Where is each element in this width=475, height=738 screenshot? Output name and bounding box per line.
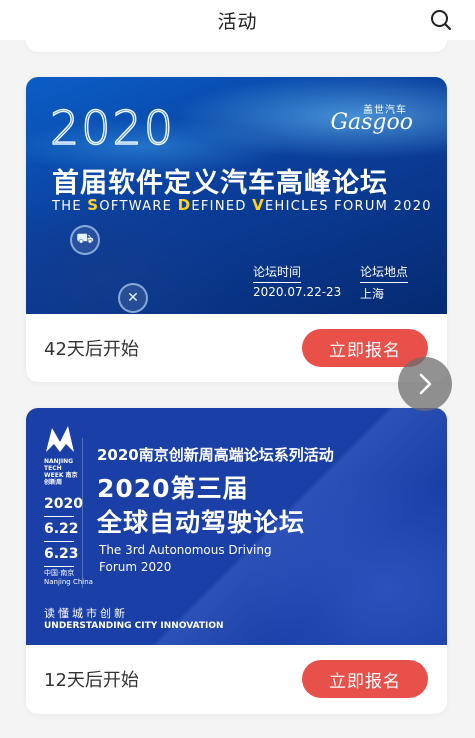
page-title: 活动 [217,10,258,33]
card-footer: 12天后开始 立即报名 [26,645,447,713]
event-card[interactable]: NANJING TECH WEEK 南京创新周 2020 6.22 6.23 中… [26,408,447,714]
forum-place-value: 上海 [360,287,385,301]
divider [82,438,83,588]
organizer-logo: Gasgoo [330,110,413,135]
search-icon [431,10,452,31]
event-date-start: 6.22 [44,521,79,537]
tools-icon: ✕ [118,283,148,313]
tech-week-logo-icon [46,426,74,452]
chevron-right-icon [419,373,432,395]
app-header: 活动 [0,0,475,40]
car-icon: ⛟ [70,225,100,255]
event-banner[interactable]: 2020 盖世汽车 Gasgoo 首届软件定义汽车高峰论坛 THE SOFTWA… [26,77,447,314]
series-title: 2020南京创新周高端论坛系列活动 [97,446,334,464]
card-footer: 42天后开始 立即报名 [26,314,447,382]
tech-week-label: NANJING TECH WEEK 南京创新周 [44,458,78,486]
forum-time-value: 2020.07.22-23 [253,285,342,299]
event-date-block: 2020 6.22 6.23 中国·南京 Nanjing China [44,494,93,587]
forum-time-label: 论坛时间 [253,263,302,283]
register-button[interactable]: 立即报名 [302,660,428,698]
countdown-text: 42天后开始 [44,339,139,360]
next-button[interactable] [398,357,452,411]
event-location: 中国·南京 [44,569,75,577]
event-date-end: 6.23 [44,546,79,562]
banner-title: 首届软件定义汽车高峰论坛 [52,168,388,199]
countdown-text: 12天后开始 [44,670,139,691]
banner-year: 2020 [49,100,176,156]
slogan-en: UNDERSTANDING CITY INNOVATION [44,621,224,631]
event-year: 2020 [44,496,83,512]
previous-card-edge [26,40,447,52]
banner-subtitle: The 3rd Autonomous Driving Forum 2020 [99,543,272,574]
slogan-cn: 读懂城市创新 [44,607,128,620]
banner-title: 2020第三届 全球自动驾驶论坛 [97,474,306,537]
forum-place-label: 论坛地点 [360,263,409,283]
search-button[interactable] [427,6,455,34]
event-location-en: Nanjing China [44,578,93,586]
event-card[interactable]: 2020 盖世汽车 Gasgoo 首届软件定义汽车高峰论坛 THE SOFTWA… [26,77,447,382]
banner-subtitle: THE SOFTWARE DEFINED VEHICLES FORUM 2020 [52,196,432,214]
event-banner[interactable]: NANJING TECH WEEK 南京创新周 2020 6.22 6.23 中… [26,408,447,645]
